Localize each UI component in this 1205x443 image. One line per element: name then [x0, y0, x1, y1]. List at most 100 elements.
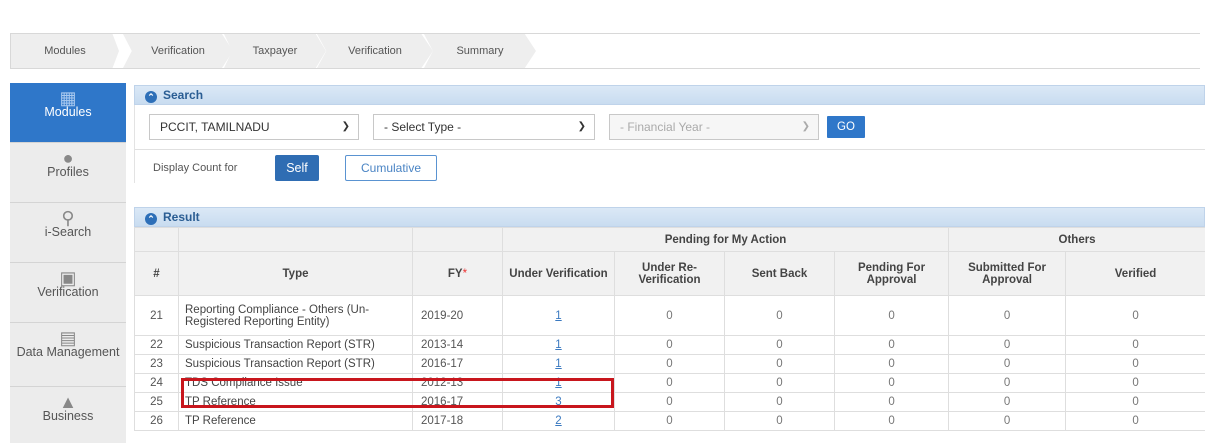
result-title: Result: [163, 210, 200, 224]
cumulative-button[interactable]: Cumulative: [345, 155, 437, 181]
business-icon: ▲: [59, 392, 77, 412]
col-under-reverification: Under Re-Verification: [614, 251, 725, 296]
result-panel-header[interactable]: ⌃ Result: [134, 207, 1205, 227]
office-select[interactable]: PCCIT, TAMILNADU ❯: [149, 114, 359, 140]
office-value: PCCIT, TAMILNADU: [160, 120, 270, 134]
col-fy-label: FY: [447, 267, 463, 280]
search-icon: ⚲: [61, 208, 75, 228]
top-strip: [0, 0, 1205, 30]
nav-label: Data Management: [16, 345, 120, 359]
search-panel-header[interactable]: ⌃ Search: [134, 85, 1205, 105]
breadcrumb-verification[interactable]: Verification: [123, 34, 233, 68]
cell-pending-approval: 0: [833, 295, 950, 336]
table-row: 21 Reporting Compliance - Others (Un-Reg…: [134, 295, 1205, 336]
cell-submitted-approval: 0: [948, 354, 1067, 374]
cell-under-verification-link[interactable]: 1: [502, 354, 615, 374]
cell-pending-approval: 0: [833, 392, 950, 412]
cell-num: 23: [134, 354, 179, 374]
cell-num: 26: [134, 411, 179, 431]
verification-icon: ▣: [59, 268, 77, 288]
group-others-header: Others: [948, 227, 1205, 252]
search-title: Search: [163, 88, 204, 102]
col-submitted-approval: Submitted For Approval: [948, 251, 1067, 296]
cell-under-reverification: 0: [614, 335, 725, 355]
cell-sent-back: 0: [724, 295, 835, 336]
cell-under-verification-link[interactable]: 2: [502, 411, 615, 431]
nav-label: Verification: [37, 285, 99, 299]
breadcrumb-summary[interactable]: Summary: [424, 34, 536, 68]
breadcrumb-modules[interactable]: Modules: [11, 34, 119, 68]
nav-label: Modules: [44, 105, 92, 119]
collapse-icon: ⌃: [145, 213, 157, 225]
cell-verified: 0: [1065, 354, 1205, 374]
cell-sent-back: 0: [724, 411, 835, 431]
nav-business[interactable]: ▲ Business: [10, 387, 126, 443]
col-pending-approval: Pending For Approval: [833, 251, 950, 296]
nav-label: Business: [42, 409, 94, 423]
cell-verified: 0: [1065, 411, 1205, 431]
cell-under-reverification: 0: [614, 295, 725, 336]
nav-label: Profiles: [47, 165, 89, 179]
cell-verified: 0: [1065, 295, 1205, 336]
group-blank: [134, 227, 179, 252]
cell-fy: 2019-20: [412, 295, 503, 336]
nav-modules[interactable]: ▦ Modules: [10, 83, 126, 143]
chevron-down-icon: ❯: [341, 121, 350, 132]
chevron-down-icon: ❯: [577, 121, 586, 132]
cell-under-reverification: 0: [614, 411, 725, 431]
highlight-box: [181, 378, 614, 408]
cell-num: 24: [134, 373, 179, 393]
breadcrumb-verification-2[interactable]: Verification: [317, 34, 433, 68]
col-under-verification: Under Verification: [502, 251, 615, 296]
go-button[interactable]: GO: [827, 116, 865, 138]
nav-isearch[interactable]: ⚲ i-Search: [10, 203, 126, 263]
cell-num: 21: [134, 295, 179, 336]
table-row: 22 Suspicious Transaction Report (STR) 2…: [134, 335, 1205, 355]
type-select[interactable]: - Select Type - ❯: [373, 114, 595, 140]
cell-num: 22: [134, 335, 179, 355]
cell-pending-approval: 0: [833, 354, 950, 374]
cell-type: Reporting Compliance - Others (Un-Regist…: [178, 295, 413, 336]
cell-submitted-approval: 0: [948, 295, 1067, 336]
nav-verification[interactable]: ▣ Verification: [10, 263, 126, 323]
data-icon: ▤: [59, 328, 77, 348]
required-marker: *: [462, 267, 468, 280]
breadcrumb-taxpayer[interactable]: Taxpayer: [224, 34, 326, 68]
cell-fy: 2013-14: [412, 335, 503, 355]
financial-year-select[interactable]: - Financial Year - ❯: [609, 114, 819, 140]
divider: [135, 149, 1205, 150]
chevron-down-icon: ❯: [801, 121, 810, 132]
cell-sent-back: 0: [724, 335, 835, 355]
collapse-icon: ⌃: [145, 91, 157, 103]
display-count-label: Display Count for: [153, 162, 238, 174]
cell-verified: 0: [1065, 392, 1205, 412]
cell-under-reverification: 0: [614, 392, 725, 412]
search-body: PCCIT, TAMILNADU ❯ - Select Type - ❯ - F…: [134, 105, 1205, 183]
nav-label: i-Search: [44, 225, 92, 239]
modules-icon: ▦: [59, 88, 77, 108]
cell-submitted-approval: 0: [948, 392, 1067, 412]
nav-profiles[interactable]: ● Profiles: [10, 143, 126, 203]
cell-submitted-approval: 0: [948, 411, 1067, 431]
cell-sent-back: 0: [724, 354, 835, 374]
table-row: 26 TP Reference 2017-18 2 0 0 0 0 0: [134, 411, 1205, 431]
cell-under-verification-link[interactable]: 1: [502, 295, 615, 336]
cell-type: Suspicious Transaction Report (STR): [178, 354, 413, 374]
cell-sent-back: 0: [724, 373, 835, 393]
col-type: Type: [178, 251, 413, 296]
cell-sent-back: 0: [724, 392, 835, 412]
cell-pending-approval: 0: [833, 335, 950, 355]
cell-pending-approval: 0: [833, 411, 950, 431]
col-sent-back: Sent Back: [724, 251, 835, 296]
cell-under-verification-link[interactable]: 1: [502, 335, 615, 355]
col-verified: Verified: [1065, 251, 1205, 296]
nav-data-management[interactable]: ▤ Data Management: [10, 323, 126, 387]
cell-submitted-approval: 0: [948, 373, 1067, 393]
self-button[interactable]: Self: [275, 155, 319, 181]
cell-type: TP Reference: [178, 411, 413, 431]
cell-verified: 0: [1065, 373, 1205, 393]
cell-submitted-approval: 0: [948, 335, 1067, 355]
group-blank: [178, 227, 413, 252]
cell-type: Suspicious Transaction Report (STR): [178, 335, 413, 355]
col-fy: FY*: [412, 251, 503, 296]
